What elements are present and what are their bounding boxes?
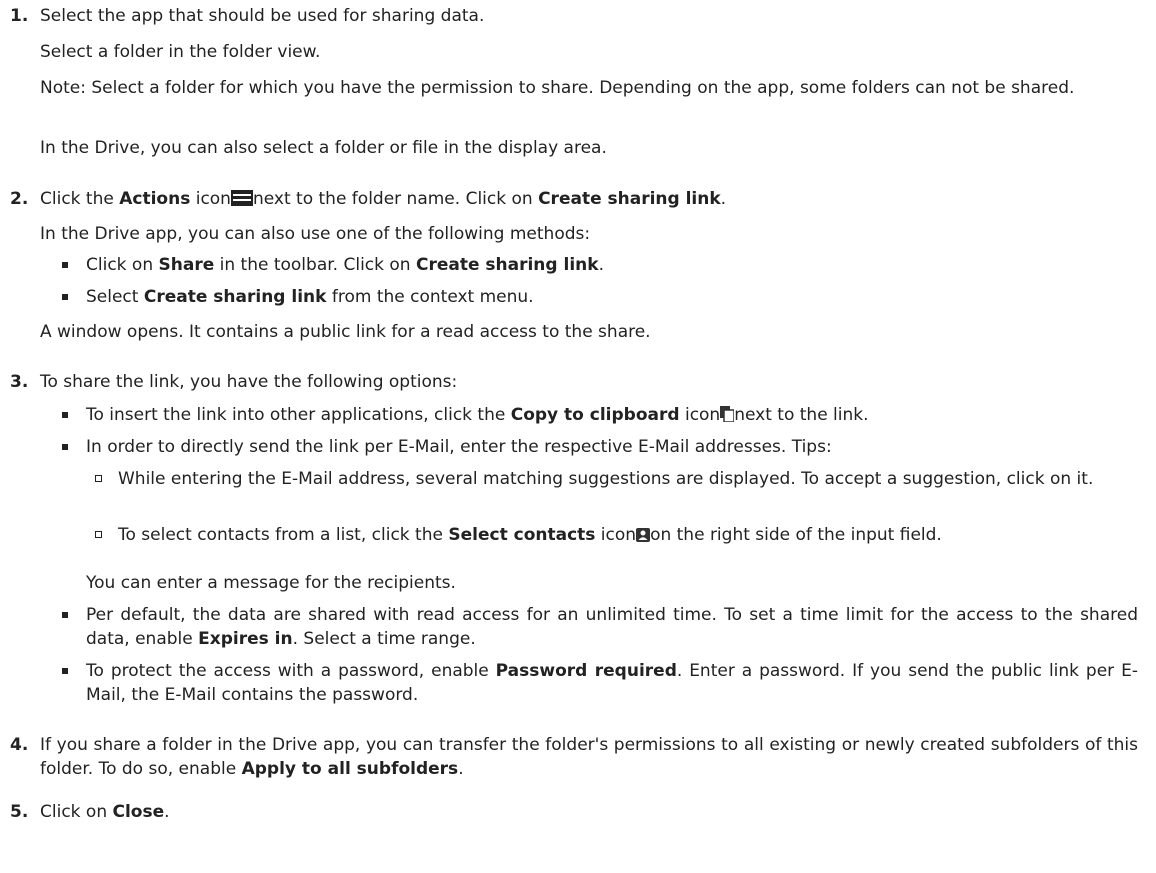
step-number: 3. — [10, 372, 29, 392]
list-item: Select Create sharing link from the cont… — [86, 287, 534, 307]
step-text: If you share a folder in the Drive app, … — [40, 735, 1138, 779]
paragraph: You can enter a message for the recipien… — [86, 573, 456, 593]
list-item: To protect the access with a password, e… — [86, 661, 1138, 705]
step-number: 5. — [10, 802, 29, 822]
list-item: Per default, the data are shared with re… — [86, 605, 1138, 649]
paragraph: In the Drive, you can also select a fold… — [40, 138, 607, 158]
list-item: Click on Share in the toolbar. Click on … — [86, 255, 604, 275]
bullet — [62, 294, 68, 300]
contacts-icon — [636, 525, 651, 549]
copy-icon — [720, 405, 735, 429]
bullet — [62, 612, 68, 618]
list-item: To insert the link into other applicatio… — [86, 403, 1138, 429]
step-text: Click on Close. — [40, 802, 170, 822]
list-item: In order to directly send the link per E… — [86, 437, 832, 457]
sub-bullet — [95, 475, 102, 482]
sub-list-item: While entering the E-Mail address, sever… — [118, 469, 1094, 489]
step-number: 2. — [10, 189, 29, 209]
step-text: Click the Actions icon next to the folder… — [40, 187, 1138, 213]
step-number: 4. — [10, 735, 29, 755]
bullet — [62, 668, 68, 674]
step-number: 1. — [10, 6, 29, 26]
paragraph: Select a folder in the folder view. — [40, 42, 321, 62]
paragraph: A window opens. It contains a public lin… — [40, 322, 651, 342]
bullet — [62, 444, 68, 450]
step-text: To share the link, you have the followin… — [40, 372, 458, 392]
step-text: Select the app that should be used for s… — [40, 6, 485, 26]
paragraph: In the Drive app, you can also use one o… — [40, 224, 591, 244]
bullet — [62, 262, 68, 268]
note: Note: Select a folder for which you have… — [40, 78, 1075, 98]
sub-bullet — [95, 531, 102, 538]
sub-list-item: To select contacts from a list, click th… — [118, 523, 1138, 549]
actions-icon — [230, 189, 253, 213]
bullet — [62, 412, 68, 418]
